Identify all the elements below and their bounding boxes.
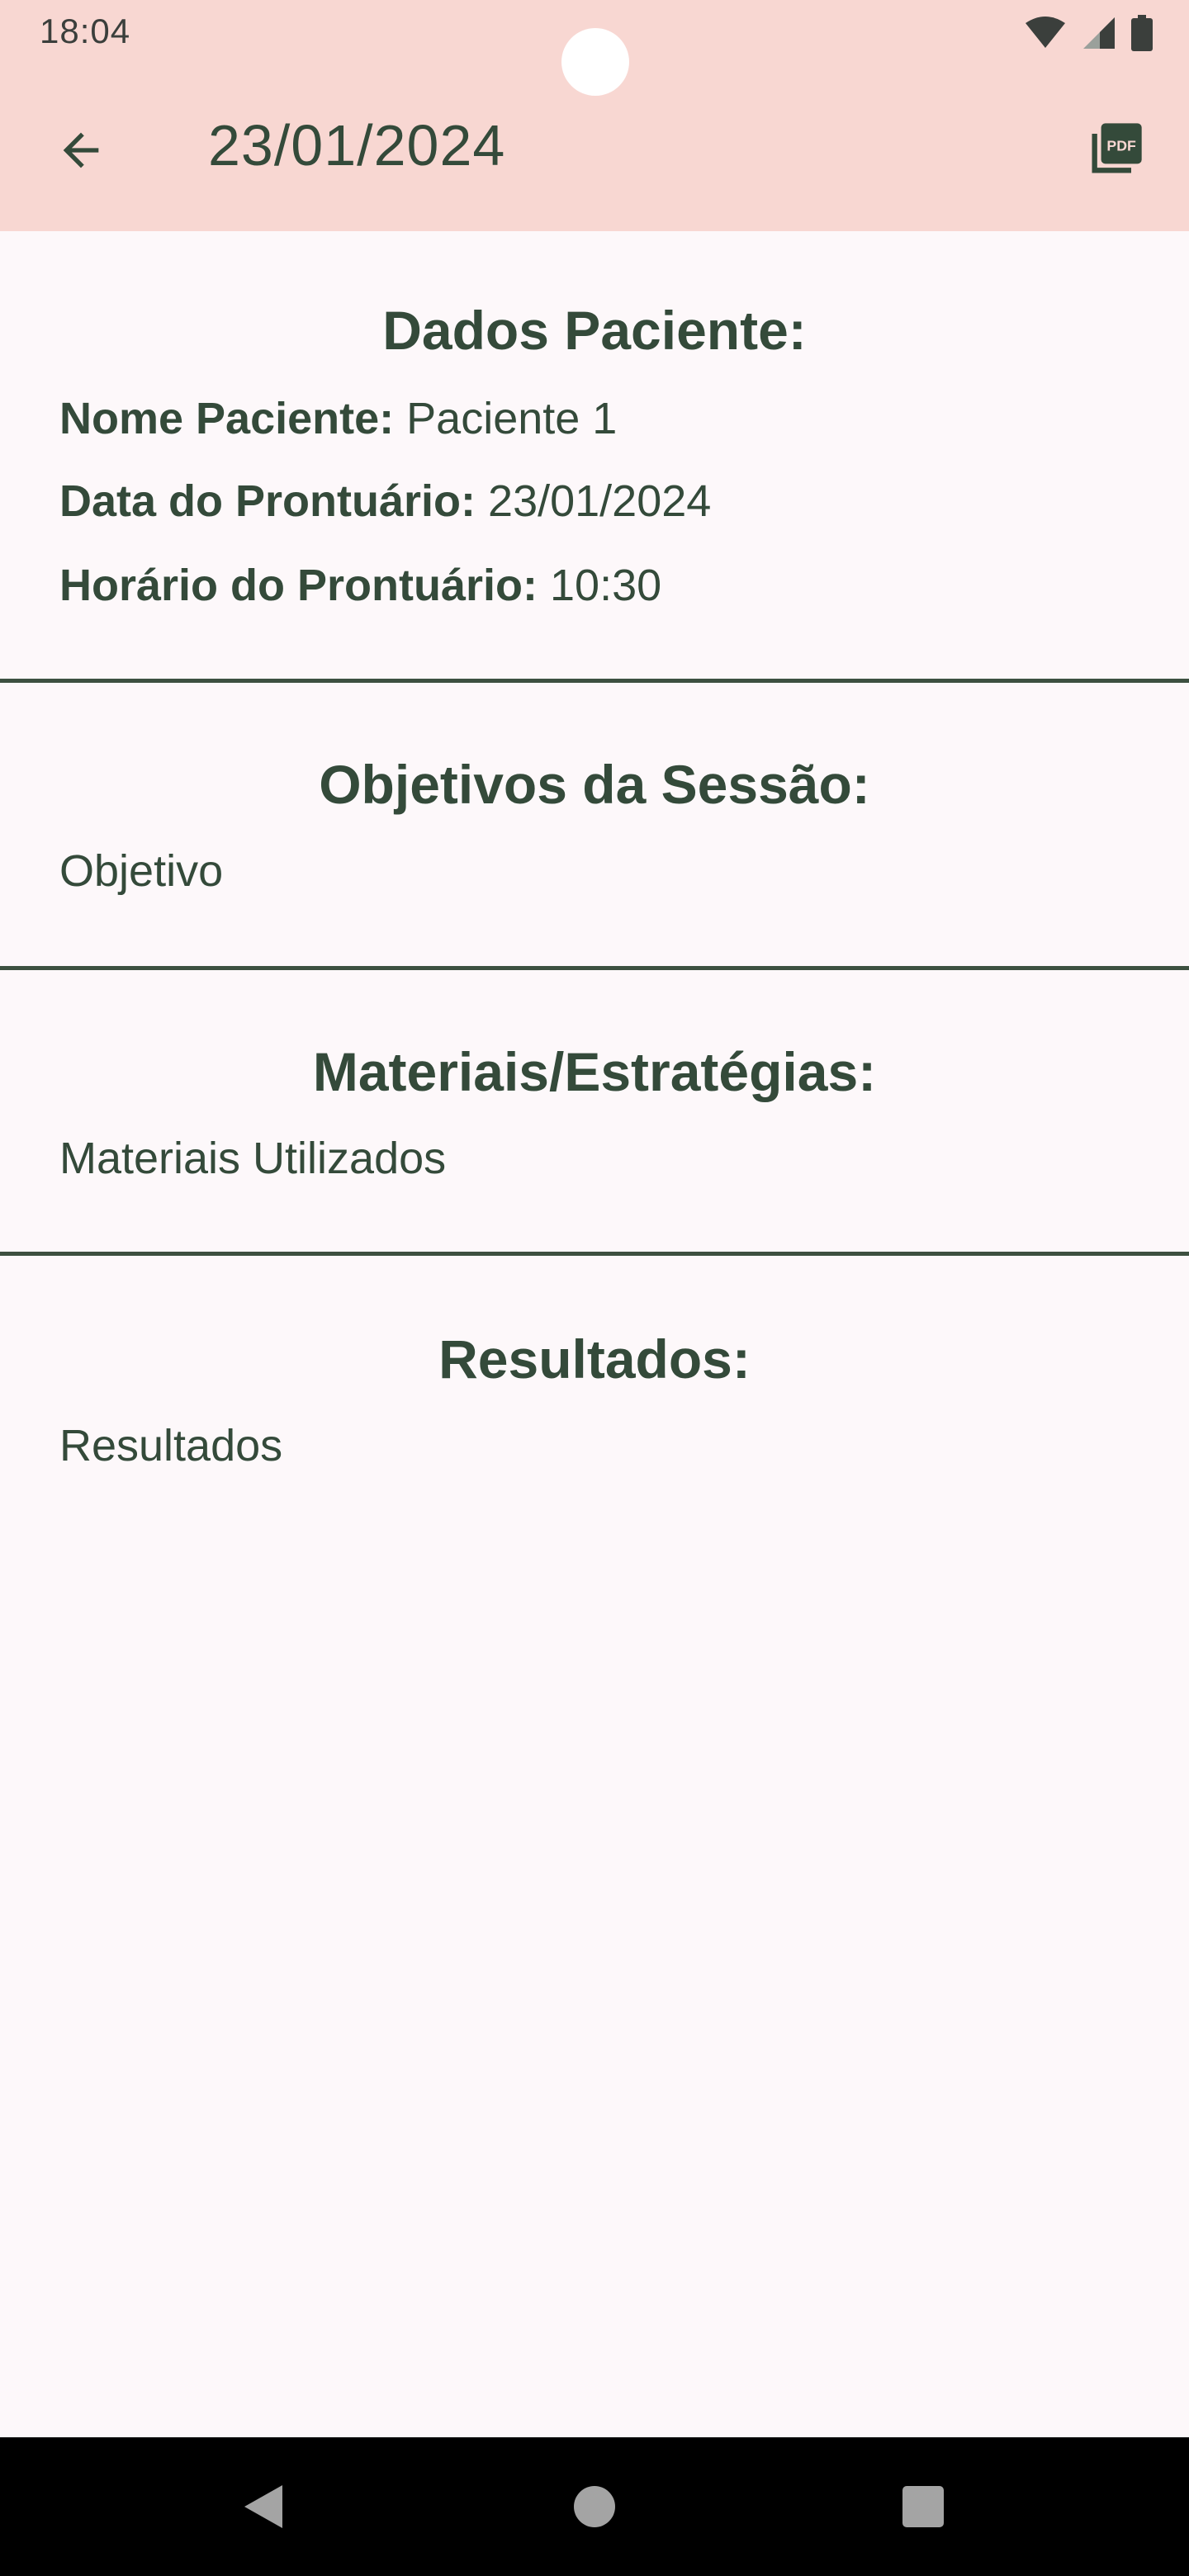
patient-name-label: Nome Paciente: [59,394,395,443]
section-divider [0,679,1189,683]
nav-back-button[interactable] [213,2437,312,2576]
record-date-row: Data do Prontuário: 23/01/2024 [59,476,711,527]
back-triangle-icon [244,2485,282,2528]
system-nav-bar [0,2437,1189,2576]
patient-section-heading: Dados Paciente: [382,300,807,361]
materials-section-heading: Materiais/Estratégias: [312,1041,877,1102]
app-bar: 18:04 23/01/2024 PDF [0,0,1189,231]
svg-text:PDF: PDF [1106,137,1136,154]
results-text: Resultados [59,1421,283,1470]
screen: 18:04 23/01/2024 PDF Dados Paciente: Nom… [0,0,1189,2576]
objectives-section-heading: Objetivos da Sessão: [319,754,870,815]
status-icons [1024,15,1153,51]
record-time-value: 10:30 [550,561,662,610]
patient-name-row: Nome Paciente: Paciente 1 [59,393,617,444]
record-time-label: Horário do Prontuário: [59,561,538,610]
back-button[interactable] [48,117,114,183]
pdf-icon: PDF [1092,123,1142,173]
wifi-icon [1024,17,1067,50]
status-time: 18:04 [40,12,131,50]
recents-square-icon [902,2486,944,2527]
record-date-value: 23/01/2024 [488,476,712,526]
arrow-back-icon [63,132,99,168]
page-title: 23/01/2024 [208,113,506,178]
results-section-heading: Resultados: [438,1328,751,1390]
nav-home-button[interactable] [545,2437,644,2576]
materials-text: Materiais Utilizados [59,1134,447,1183]
camera-cutout [561,28,629,96]
cellular-signal-icon [1082,16,1116,50]
section-divider [0,966,1189,970]
objectives-text: Objetivo [59,846,224,896]
nav-recents-button[interactable] [874,2437,973,2576]
patient-name-value: Paciente 1 [406,394,618,443]
home-circle-icon [574,2486,615,2527]
record-date-label: Data do Prontuário: [59,476,476,526]
record-time-row: Horário do Prontuário: 10:30 [59,560,661,611]
export-pdf-button[interactable]: PDF [1082,116,1149,183]
section-divider [0,1252,1189,1256]
battery-icon [1131,15,1153,51]
